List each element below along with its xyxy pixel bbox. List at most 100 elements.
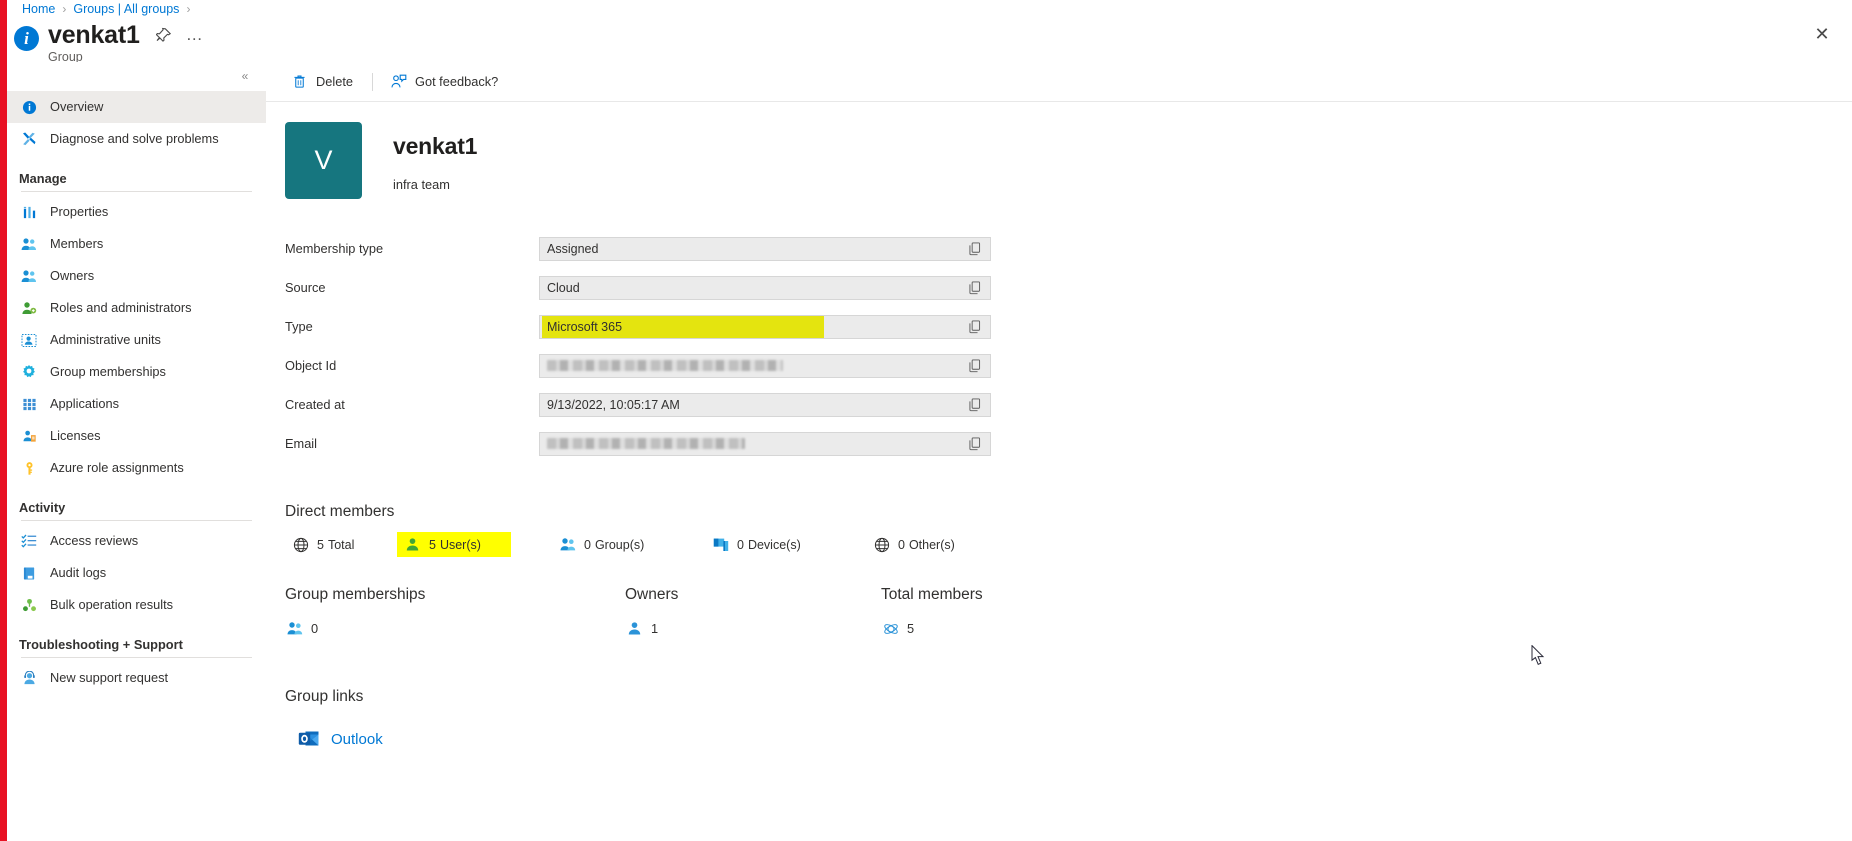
copy-icon[interactable] [969, 359, 983, 374]
avatar: V [285, 122, 362, 199]
property-field[interactable] [539, 353, 991, 378]
sidebar-item-access-reviews[interactable]: Access reviews [7, 525, 266, 557]
stat-groups[interactable]: 0 Group(s) [552, 532, 666, 557]
property-field[interactable]: 9/13/2022, 10:05:17 AM [539, 392, 991, 417]
properties-list: Membership type Assigned Source Cloud Ty… [266, 229, 1852, 463]
members-icon [19, 236, 39, 252]
sidebar-item-audit-logs[interactable]: Audit logs [7, 557, 266, 589]
globe-icon [291, 536, 310, 553]
stat-label: Group(s) [594, 537, 645, 552]
stat-users[interactable]: 5 User(s) [397, 532, 511, 557]
sidebar-item-azure-role-assignments[interactable]: Azure role assignments [7, 452, 266, 484]
group-description: infra team [393, 177, 450, 192]
property-value: 9/13/2022, 10:05:17 AM [547, 397, 680, 412]
sidebar-item-new-support-request[interactable]: New support request [7, 662, 266, 694]
property-row-source: Source Cloud [285, 268, 1852, 307]
total-members-icon [881, 620, 900, 637]
azure-portal-group-overview: Home › Groups | All groups › i venkat1 …… [0, 0, 1852, 841]
group-name: venkat1 [393, 133, 478, 159]
property-field[interactable]: Cloud [539, 275, 991, 300]
direct-members-section: Direct members 5 Total 5 User(s) 0 Group… [266, 503, 1852, 557]
delete-button-label: Delete [316, 74, 353, 89]
sidebar-nav: Overview Diagnose and solve problems Man… [7, 91, 266, 694]
property-field[interactable]: Microsoft 365 [539, 314, 991, 339]
globe-icon [872, 536, 891, 553]
stat-label: Total [327, 537, 355, 552]
more-options-icon[interactable]: … [186, 25, 204, 45]
sidebar-divider [21, 657, 252, 658]
owners-icon [19, 268, 39, 284]
stat-total[interactable]: 5 Total [285, 532, 395, 557]
sidebar-item-group-memberships[interactable]: Group memberships [7, 356, 266, 388]
sidebar-item-overview[interactable]: Overview [7, 91, 266, 123]
sidebar-item-licenses[interactable]: Licenses [7, 420, 266, 452]
user-icon [403, 536, 422, 553]
roles-icon [19, 300, 39, 316]
breadcrumb-item-groups[interactable]: Groups | All groups [73, 2, 179, 16]
property-value: Assigned [547, 241, 599, 256]
stat-count: 0 [584, 537, 591, 552]
group-icon [285, 620, 304, 637]
direct-members-stats: 5 Total 5 User(s) 0 Group(s) 0 Device(s)… [266, 532, 1852, 557]
property-value: Cloud [547, 280, 580, 295]
sidebar-item-applications[interactable]: Applications [7, 388, 266, 420]
stat-label: Device(s) [747, 537, 801, 552]
sidebar-item-owners[interactable]: Owners [7, 260, 266, 292]
sidebar-item-label: Overview [50, 98, 104, 114]
owner-icon [625, 620, 644, 637]
sidebar-item-administrative-units[interactable]: Administrative units [7, 324, 266, 356]
administrative-units-icon [19, 332, 39, 348]
sidebar-item-label: Diagnose and solve problems [50, 130, 219, 146]
breadcrumb: Home › Groups | All groups › [22, 0, 197, 18]
sidebar-item-label: Licenses [50, 427, 101, 443]
link-outlook[interactable]: Outlook [298, 729, 383, 749]
close-icon[interactable]: ✕ [1808, 20, 1836, 48]
sidebar-group-heading: Manage [19, 171, 67, 186]
breadcrumb-item-home[interactable]: Home [22, 2, 55, 16]
stat-count: 0 [898, 537, 905, 552]
group-links-list: Outlook [266, 729, 1852, 749]
summary-value-row[interactable]: 0 [285, 620, 625, 637]
sidebar-item-diagnose-and-solve-problems[interactable]: Diagnose and solve problems [7, 123, 266, 155]
property-field[interactable] [539, 431, 991, 456]
command-bar-divider [372, 72, 373, 91]
page-title: venkat1 [48, 21, 140, 49]
access-reviews-icon [19, 533, 39, 549]
stat-devices[interactable]: 0 Device(s) [705, 532, 827, 557]
got-feedback-button[interactable]: Got feedback? [384, 68, 504, 95]
summary-value-row[interactable]: 1 [625, 620, 881, 637]
sidebar-item-label: Roles and administrators [50, 299, 192, 315]
copy-icon[interactable] [969, 281, 983, 296]
redacted-value [547, 438, 745, 449]
blade-header: i venkat1 … Group [14, 22, 204, 64]
sidebar-item-roles-and-administrators[interactable]: Roles and administrators [7, 292, 266, 324]
copy-icon[interactable] [969, 320, 983, 335]
sidebar-divider [21, 520, 252, 521]
delete-button[interactable]: Delete [285, 68, 359, 95]
sidebar-item-label: Azure role assignments [50, 459, 184, 475]
sidebar: « Overview Diagnose and solve problems M… [7, 62, 266, 841]
stat-count: 5 [429, 537, 436, 552]
sidebar-item-properties[interactable]: Properties [7, 196, 266, 228]
property-label: Membership type [285, 241, 384, 256]
collapse-sidebar-icon[interactable]: « [234, 65, 256, 87]
sidebar-item-bulk-operation-results[interactable]: Bulk operation results [7, 589, 266, 621]
left-red-rail [0, 0, 7, 841]
pin-icon[interactable] [155, 27, 172, 43]
stat-others[interactable]: 0 Other(s) [866, 532, 978, 557]
copy-icon[interactable] [969, 242, 983, 257]
command-bar: Delete Got feedback? [266, 62, 1852, 102]
copy-icon[interactable] [969, 437, 983, 452]
copy-icon[interactable] [969, 398, 983, 413]
info-icon: i [14, 26, 39, 51]
summary-value: 0 [311, 621, 319, 636]
property-field[interactable]: Assigned [539, 236, 991, 261]
sidebar-item-label: Bulk operation results [50, 596, 174, 612]
info-icon [19, 99, 39, 115]
link-label: Outlook [331, 730, 383, 748]
sidebar-item-members[interactable]: Members [7, 228, 266, 260]
sidebar-item-label: Owners [50, 267, 95, 283]
summary-value-row[interactable]: 5 [881, 620, 1135, 637]
property-row-membership-type: Membership type Assigned [285, 229, 1852, 268]
main-content: Delete Got feedback? V venkat1 infra tea [266, 62, 1852, 841]
